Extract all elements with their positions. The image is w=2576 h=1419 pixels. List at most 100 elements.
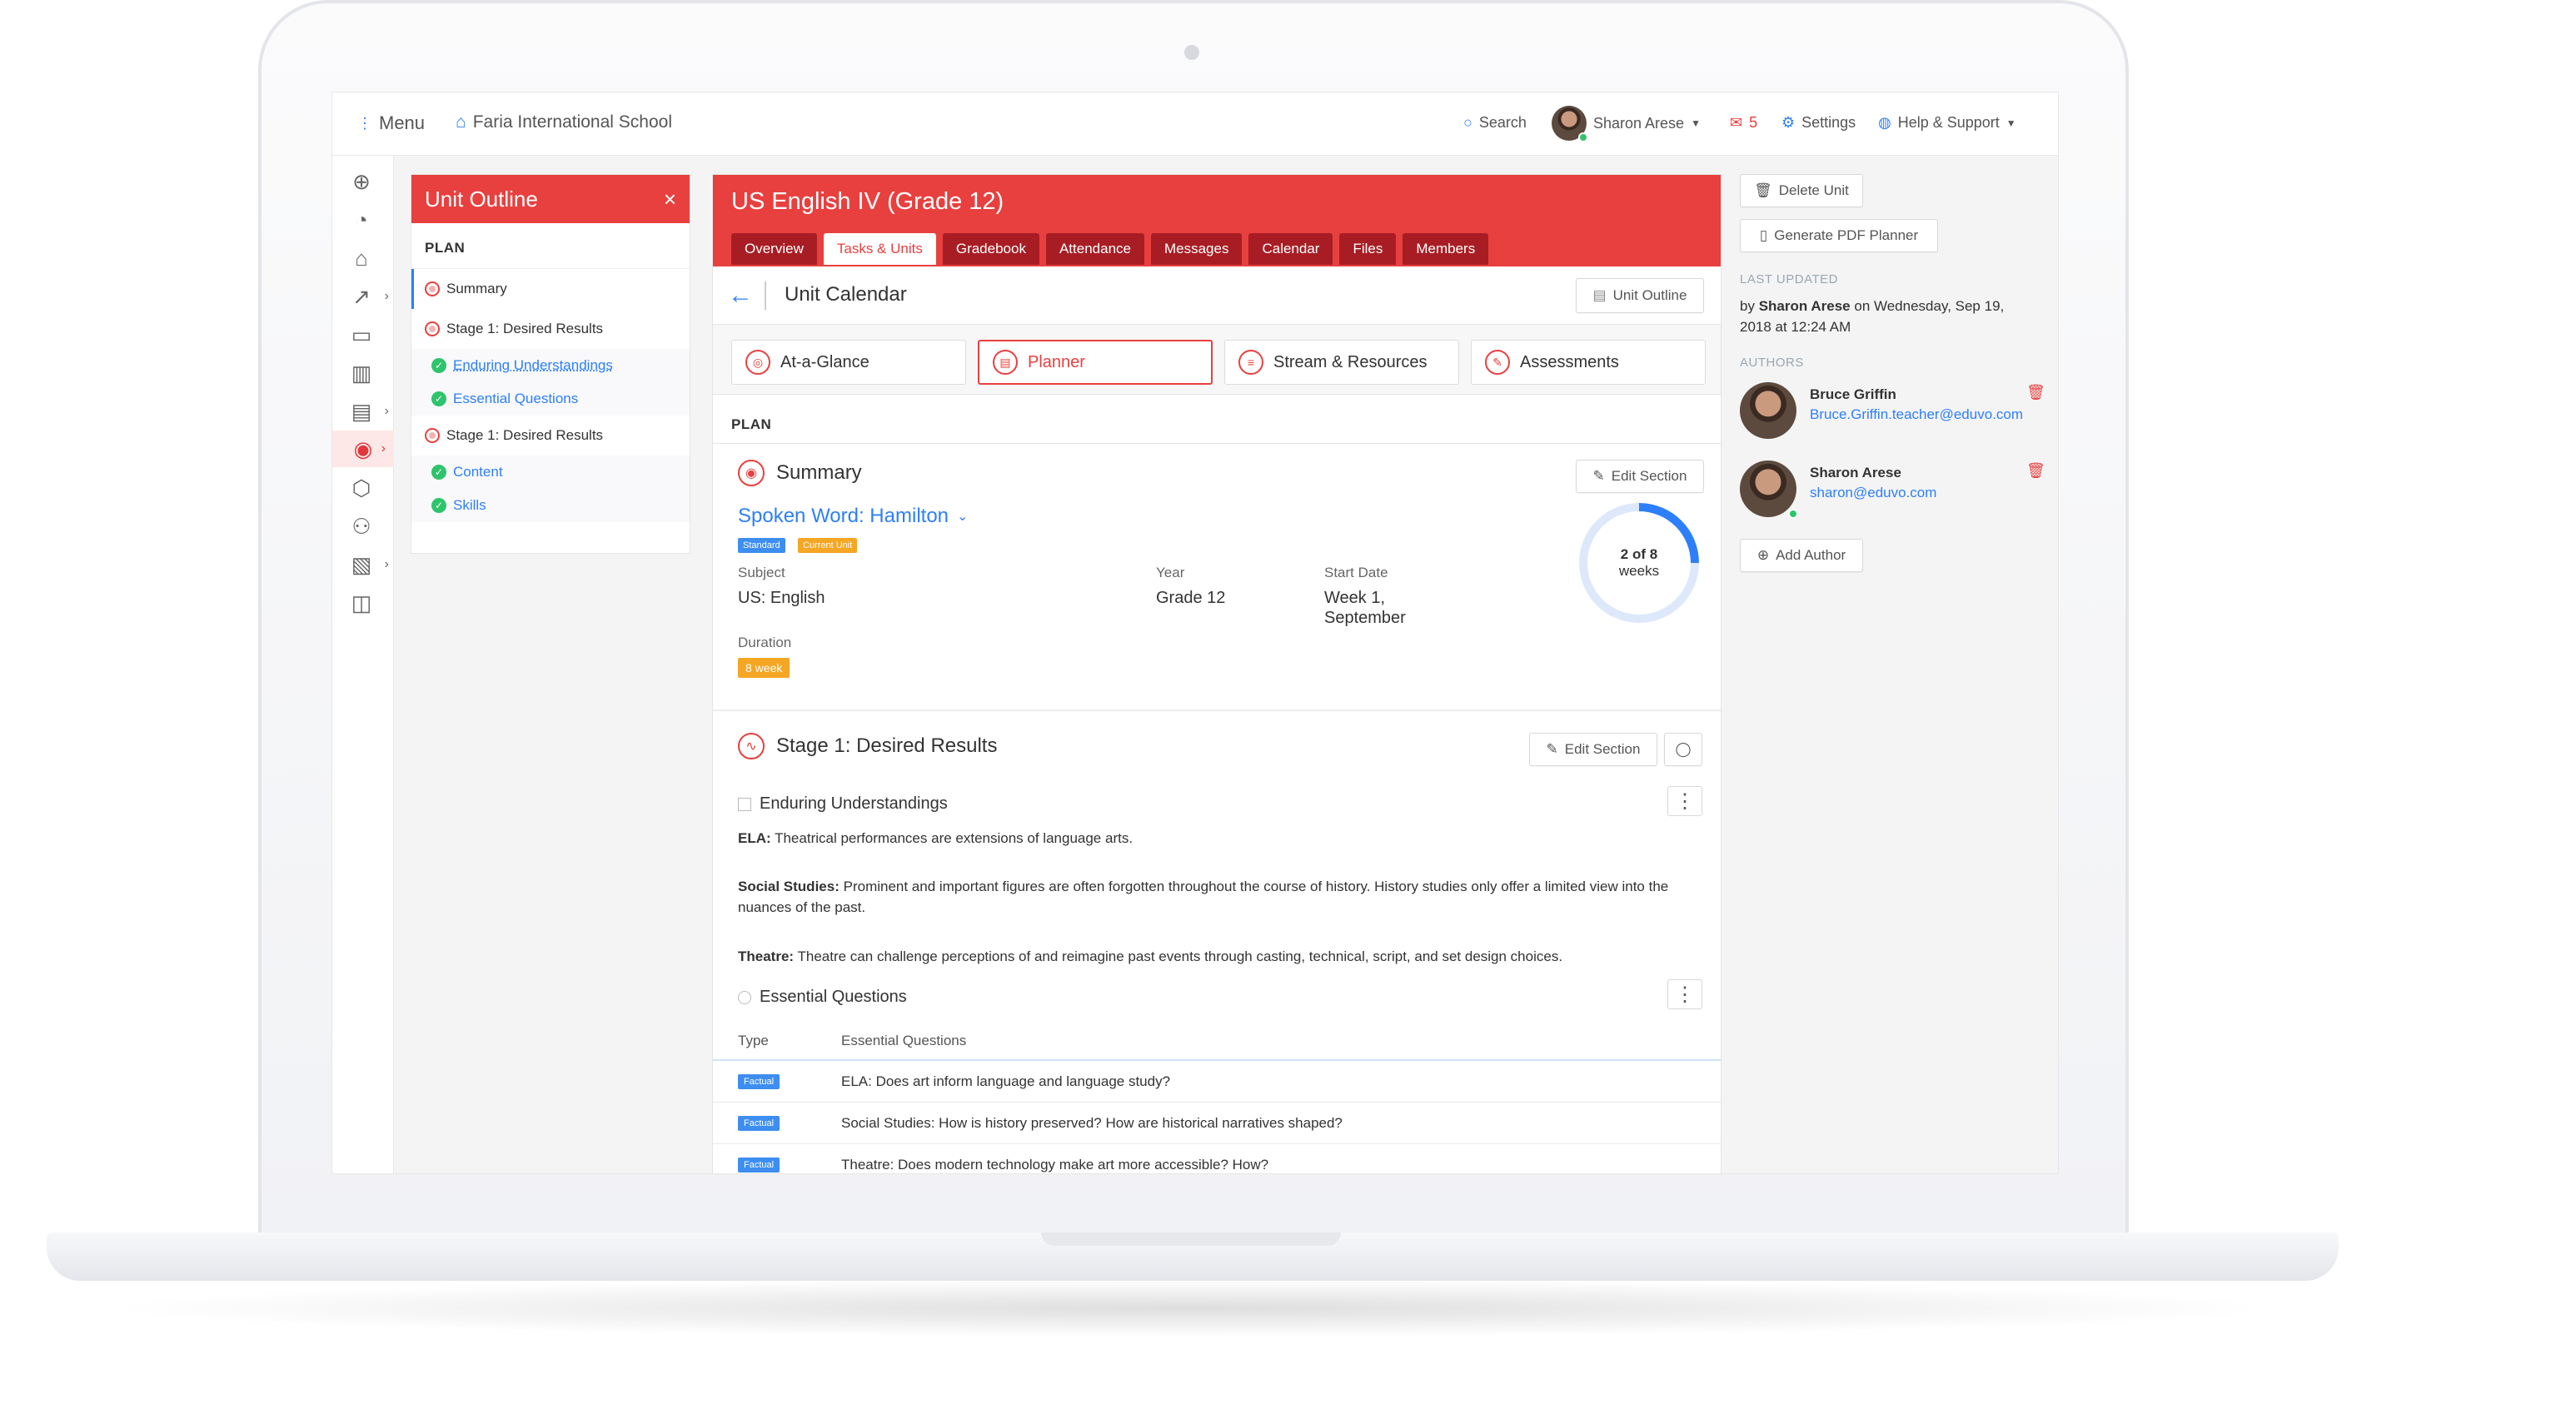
school-name: Faria International School: [472, 112, 672, 132]
eq-more-button[interactable]: ⋮: [1667, 979, 1702, 1009]
outline-item-stage1[interactable]: Stage 1: Desired Results: [411, 309, 690, 349]
help-menu[interactable]: ◍ Help & Support ▼: [1878, 114, 2016, 132]
view-label: Assessments: [1520, 352, 1619, 371]
unit-selector[interactable]: Spoken Word: Hamilton ⌄: [738, 505, 968, 528]
updated-on: on Wednesday, Sep 19,: [1854, 298, 2005, 314]
eu-item: ELA: Theatrical performances are extensi…: [738, 828, 1704, 849]
view-assessments[interactable]: ✎ Assessments: [1471, 340, 1706, 385]
app-screen: ⋮ Menu ⌂ Faria International School ○ Se…: [331, 92, 2059, 1174]
close-icon[interactable]: ×: [664, 187, 676, 212]
cube-icon[interactable]: ⬡: [347, 474, 376, 502]
view-label: At-a-Glance: [780, 352, 869, 371]
pencil-icon: ✎: [1546, 741, 1558, 757]
author-email[interactable]: Bruce.Griffin.teacher@eduvo.com: [1810, 404, 2023, 425]
map-icon[interactable]: ▥: [347, 359, 376, 387]
edit-summary-button[interactable]: ✎ Edit Section: [1576, 460, 1704, 493]
edit-stage1-button[interactable]: ✎ Edit Section: [1529, 733, 1657, 766]
documents-icon[interactable]: ▧ ›: [347, 550, 389, 579]
more-vertical-icon: ⋮: [1675, 789, 1695, 813]
home-nav-icon[interactable]: ⌂: [347, 244, 376, 272]
tab-calendar[interactable]: Calendar: [1248, 233, 1333, 265]
view-at-a-glance[interactable]: ◎ At-a-Glance: [731, 340, 966, 385]
author-name: Bruce Griffin: [1810, 386, 1896, 402]
delete-unit-button[interactable]: 🗑 Delete Unit: [1740, 174, 1863, 207]
unit-outline-title: Unit Outline: [425, 186, 538, 212]
glance-icon: ◎: [745, 350, 770, 375]
icon-sidebar: ⊕ ◔ ⌂ ↗ › ▭ ▥ ▤ › ◉ › ⬡ ⚇ ▧ › ◫: [332, 156, 394, 1173]
eu-subject: Theatre:: [738, 948, 795, 964]
plan-section-label: PLAN: [731, 416, 772, 432]
comment-icon: ◯: [1675, 741, 1692, 757]
start-date-week: Week 1,: [1324, 589, 1385, 607]
tab-members[interactable]: Members: [1403, 233, 1489, 265]
settings-button[interactable]: ⚙ Settings: [1781, 114, 1856, 132]
dashboard-icon[interactable]: ◔: [347, 206, 376, 234]
comment-button[interactable]: ◯: [1664, 733, 1702, 766]
home-icon: ⌂: [456, 112, 466, 132]
trash-icon[interactable]: 🗑: [2026, 462, 2045, 480]
check-icon: ✓: [431, 498, 446, 513]
question-text: Social Studies: How is history preserved…: [841, 1114, 1343, 1131]
trash-icon: 🗑: [1754, 182, 1772, 198]
table-row: Factual Theatre: Does modern technology …: [713, 1144, 1721, 1173]
add-icon[interactable]: ⊕: [347, 167, 376, 196]
back-arrow-icon[interactable]: ←: [728, 281, 753, 310]
tab-gradebook[interactable]: Gradebook: [942, 233, 1039, 265]
outline-item-essential-questions[interactable]: ✓ Essential Questions: [411, 382, 690, 416]
tab-tasks-units[interactable]: Tasks & Units: [823, 233, 936, 265]
briefcase-icon[interactable]: ▭: [347, 321, 376, 349]
outline-item-summary[interactable]: Summary: [411, 269, 690, 309]
eu-item: Theatre: Theatre can challenge perceptio…: [738, 946, 1704, 967]
view-planner[interactable]: ▤ Planner: [978, 340, 1213, 385]
user-name: Sharon Arese: [1593, 114, 1685, 132]
generate-pdf-button[interactable]: ▯ Generate PDF Planner: [1740, 219, 1938, 252]
chart-icon[interactable]: ↗ ›: [347, 282, 389, 311]
divider: [713, 710, 1721, 711]
outline-item-skills[interactable]: ✓ Skills: [411, 489, 690, 522]
caret-down-icon: ▼: [1691, 117, 1701, 129]
summary-title: Summary: [776, 461, 862, 484]
tab-files[interactable]: Files: [1339, 233, 1397, 265]
outline-item-enduring-understandings[interactable]: ✓ Enduring Understandings: [411, 349, 690, 382]
divider: [765, 281, 766, 310]
outline-item-content[interactable]: ✓ Content: [411, 456, 690, 489]
eu-item: Social Studies: Prominent and important …: [738, 876, 1704, 918]
question-type-badge: Factual: [738, 1073, 780, 1089]
edit-section-label: Edit Section: [1564, 741, 1641, 757]
outline-item-stage1b[interactable]: Stage 1: Desired Results: [411, 416, 690, 456]
messages-button[interactable]: ✉ 5: [1730, 114, 1757, 132]
question-type-badge: Factual: [738, 1115, 780, 1131]
view-stream-resources[interactable]: ≡ Stream & Resources: [1224, 340, 1459, 385]
add-author-button[interactable]: ⊕ Add Author: [1740, 539, 1863, 572]
school-link[interactable]: ⌂ Faria International School: [456, 112, 672, 132]
unit-outline-button-label: Unit Outline: [1612, 287, 1687, 303]
users-icon[interactable]: ⚇: [347, 512, 376, 540]
question-icon: [738, 990, 751, 1004]
user-avatar: [1552, 106, 1588, 142]
mail-icon: ✉: [1730, 114, 1743, 131]
tab-attendance[interactable]: Attendance: [1045, 233, 1144, 265]
search-button[interactable]: ○ Search: [1463, 114, 1527, 132]
tab-overview[interactable]: Overview: [731, 233, 817, 265]
plus-circle-icon: ⊕: [1756, 547, 1770, 563]
user-menu[interactable]: Sharon Arese ▼: [1552, 106, 1701, 142]
unit-outline-button[interactable]: ▤ Unit Outline: [1576, 278, 1704, 313]
eu-more-button[interactable]: ⋮: [1667, 786, 1702, 816]
tab-messages[interactable]: Messages: [1150, 233, 1243, 265]
year-label: Year: [1156, 565, 1185, 580]
online-status-dot: [1578, 132, 1588, 142]
trash-icon[interactable]: 🗑: [2026, 384, 2045, 401]
table-row: Factual ELA: Does art inform language an…: [713, 1061, 1721, 1103]
stage-icon: [425, 428, 440, 443]
question-text: Theatre: Does modern technology make art…: [841, 1156, 1269, 1173]
standard-badge: Standard: [738, 538, 785, 553]
laptop-camera: [1184, 45, 1199, 60]
gear-icon: ⚙: [1781, 114, 1796, 131]
planner-nav-icon[interactable]: ◉ ›: [332, 431, 394, 467]
checkbox-icon: [738, 797, 751, 811]
calendar-clock-icon[interactable]: ◫: [347, 589, 376, 617]
chevron-right-icon: ›: [384, 557, 389, 571]
classroom-icon[interactable]: ▤ ›: [347, 397, 389, 426]
author-email[interactable]: sharon@eduvo.com: [1810, 482, 1936, 503]
menu-button[interactable]: ⋮ Menu: [357, 112, 425, 134]
